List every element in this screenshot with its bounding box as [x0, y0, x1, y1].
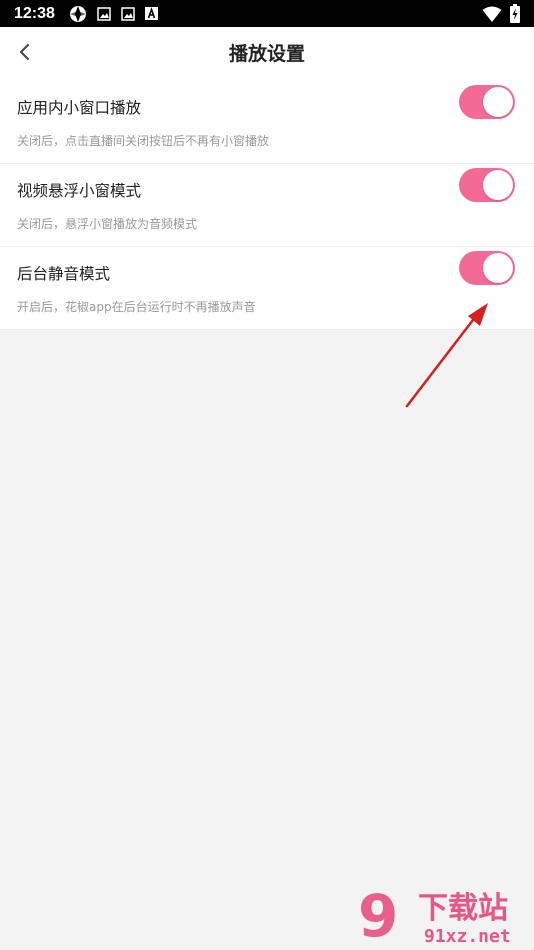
- setting-description: 关闭后，悬浮小窗播放为音频模式: [17, 217, 198, 231]
- chevron-left-icon: [18, 43, 32, 65]
- toggle-knob: [483, 170, 513, 200]
- watermark-number: 9: [358, 884, 398, 946]
- setting-description: 开启后，花椒app在后台运行时不再播放声音: [17, 300, 256, 314]
- background-mute-toggle[interactable]: [459, 251, 515, 285]
- watermark-brand: 下载站: [418, 891, 508, 926]
- setting-item-background-mute: 后台静音模式 开启后，花椒app在后台运行时不再播放声音: [0, 247, 534, 330]
- app-logo-icon: [69, 5, 87, 23]
- gallery-icon: [97, 6, 111, 21]
- floating-mini-window-toggle[interactable]: [459, 168, 515, 202]
- status-time: 12:38: [14, 4, 55, 22]
- text-a-icon: [144, 7, 158, 20]
- setting-item-in-app-mini-window: 应用内小窗口播放 关闭后，点击直播间关闭按钮后不再有小窗播放: [0, 81, 534, 164]
- setting-label: 后台静音模式: [17, 265, 111, 283]
- status-bar: 12:38: [0, 0, 534, 27]
- back-button[interactable]: [8, 37, 42, 71]
- in-app-mini-window-toggle[interactable]: [459, 85, 515, 119]
- settings-list: 应用内小窗口播放 关闭后，点击直播间关闭按钮后不再有小窗播放 视频悬浮小窗模式 …: [0, 81, 534, 330]
- setting-description: 关闭后，点击直播间关闭按钮后不再有小窗播放: [17, 134, 270, 148]
- setting-label: 视频悬浮小窗模式: [17, 182, 142, 200]
- toggle-knob: [483, 87, 513, 117]
- app-bar: 播放设置: [0, 27, 534, 81]
- gallery-icon: [121, 6, 135, 21]
- wifi-icon: [482, 5, 502, 23]
- status-icons-left: [69, 5, 158, 23]
- status-icons-right: [482, 4, 520, 23]
- setting-item-floating-mini-window: 视频悬浮小窗模式 关闭后，悬浮小窗播放为音频模式: [0, 164, 534, 247]
- watermark-logo-graphic: 9 下载站 91xz.net: [358, 882, 511, 950]
- watermark-site: 91xz.net: [424, 926, 511, 946]
- page-title: 播放设置: [228, 43, 305, 65]
- setting-label: 应用内小窗口播放: [17, 99, 142, 117]
- battery-charging-icon: [510, 4, 520, 23]
- toggle-knob: [483, 253, 513, 283]
- watermark-logo: 9 下载站 91xz.net: [358, 882, 528, 950]
